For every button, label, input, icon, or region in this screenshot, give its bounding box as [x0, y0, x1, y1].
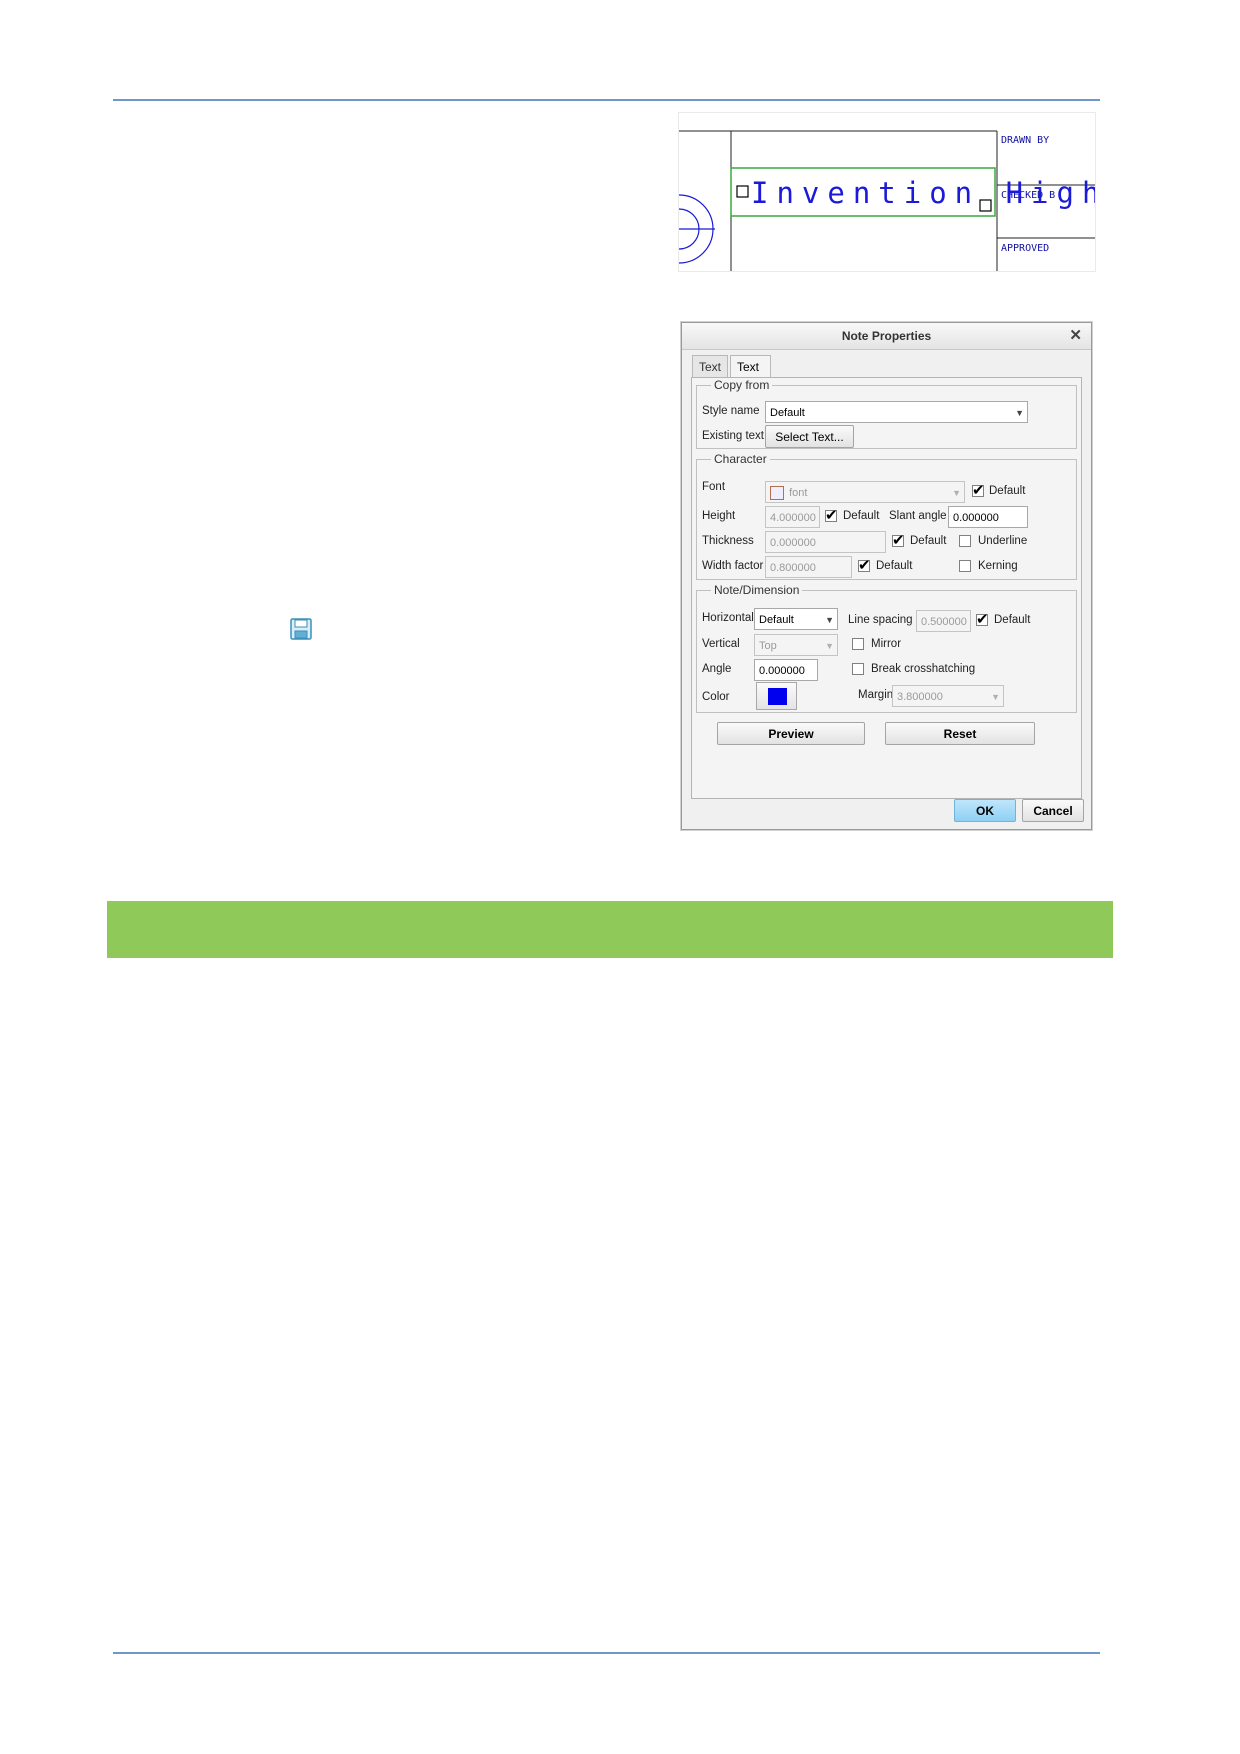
style-name-value: Default [770, 407, 805, 419]
character-legend: Character [714, 452, 767, 466]
close-icon[interactable]: ✕ [1069, 323, 1082, 349]
title-block-approved: APPROVED [1001, 243, 1049, 254]
thickness-default-checkbox[interactable] [892, 531, 905, 549]
title-block-drawn-by: DRAWN BY [1001, 135, 1049, 146]
text-style-panel: Copy from Style name Default ▼ Existing … [691, 377, 1082, 799]
preview-button[interactable]: Preview [717, 722, 865, 745]
mirror-label: Mirror [871, 638, 902, 650]
horizontal-value: Default [759, 614, 794, 626]
color-label: Color [702, 691, 730, 703]
margin-dropdown[interactable]: 3.800000 ▼ [892, 685, 1004, 707]
break-crosshatching-checkbox[interactable] [852, 663, 864, 675]
angle-input[interactable]: 0.000000 [754, 659, 818, 681]
height-default-label: Default [843, 510, 880, 522]
height-default-checkbox[interactable] [825, 506, 838, 524]
copy-from-legend: Copy from [714, 378, 770, 392]
underline-checkbox[interactable] [959, 535, 971, 547]
note-text[interactable]: Invention High [751, 176, 1095, 210]
width-default-checkbox[interactable] [858, 556, 871, 574]
line-spacing-input[interactable]: 0.500000 [916, 610, 971, 632]
kerning-label: Kerning [978, 560, 1018, 572]
dialog-titlebar[interactable]: Note Properties ✕ [682, 323, 1091, 350]
kerning-checkbox[interactable] [959, 560, 971, 572]
underline-label: Underline [978, 535, 1028, 547]
width-factor-input[interactable]: 0.800000 [765, 556, 852, 578]
chevron-down-icon: ▼ [991, 692, 1000, 702]
drawing-snippet: DRAWN BY CHECKED B APPROVED Invention Hi… [678, 112, 1096, 272]
note-dimension-legend: Note/Dimension [714, 583, 800, 597]
chevron-down-icon: ▼ [952, 488, 961, 498]
height-input[interactable]: 4.000000 [765, 506, 820, 528]
margin-label: Margin [858, 689, 894, 701]
line-spacing-default-checkbox[interactable] [976, 610, 989, 628]
horizontal-dropdown[interactable]: Default ▼ [754, 608, 838, 630]
reset-button[interactable]: Reset [885, 722, 1035, 745]
line-spacing-label: Line spacing [848, 614, 913, 626]
thickness-input[interactable]: 0.000000 [765, 531, 886, 553]
floppy-disk-icon [290, 618, 312, 640]
font-default-checkbox[interactable] [972, 481, 985, 499]
vertical-dropdown[interactable]: Top ▼ [754, 634, 838, 656]
cancel-button[interactable]: Cancel [1022, 799, 1084, 822]
style-name-label: Style name [702, 405, 760, 417]
font-dropdown[interactable]: font ▼ [765, 481, 965, 503]
break-crosshatching-label: Break crosshatching [871, 663, 976, 675]
thickness-label: Thickness [702, 535, 754, 547]
slant-angle-label: Slant angle [889, 510, 947, 522]
color-swatch [768, 688, 787, 705]
height-label: Height [702, 510, 736, 522]
thickness-default-label: Default [910, 535, 947, 547]
chevron-down-icon: ▼ [825, 641, 834, 651]
drawing-canvas: DRAWN BY CHECKED B APPROVED Invention Hi… [679, 130, 1095, 271]
note-properties-dialog: Note Properties ✕ Text Text Style Copy f… [681, 322, 1092, 830]
style-name-dropdown[interactable]: Default ▼ [765, 401, 1028, 423]
font-default-label: Default [989, 485, 1026, 497]
margin-value: 3.800000 [897, 691, 943, 703]
footer-rule [113, 1652, 1100, 1654]
font-label: Font [702, 481, 726, 493]
select-text-button[interactable]: Select Text... [765, 425, 854, 448]
angle-label: Angle [702, 663, 732, 675]
vertical-label: Vertical [702, 638, 740, 650]
chevron-down-icon: ▼ [1015, 408, 1024, 418]
color-picker-button[interactable] [756, 682, 797, 710]
vertical-value: Top [759, 640, 777, 652]
chevron-down-icon: ▼ [825, 615, 834, 625]
line-spacing-default-label: Default [994, 614, 1031, 626]
note-handle-start[interactable] [736, 185, 749, 198]
existing-text-label: Existing text [702, 430, 764, 442]
slant-angle-input[interactable]: 0.000000 [948, 506, 1028, 528]
width-default-label: Default [876, 560, 913, 572]
font-value: font [789, 487, 808, 499]
ok-button[interactable]: OK [954, 799, 1016, 822]
horizontal-label: Horizontal [702, 612, 754, 624]
mirror-checkbox[interactable] [852, 638, 864, 650]
section-heading-bar [107, 901, 1113, 958]
width-factor-label: Width factor [702, 560, 764, 572]
font-file-icon [770, 486, 784, 501]
tab-text-style[interactable]: Text Style [730, 355, 771, 396]
tab-text[interactable]: Text [692, 355, 729, 378]
dialog-title: Note Properties [841, 329, 932, 343]
header-rule [113, 99, 1100, 101]
